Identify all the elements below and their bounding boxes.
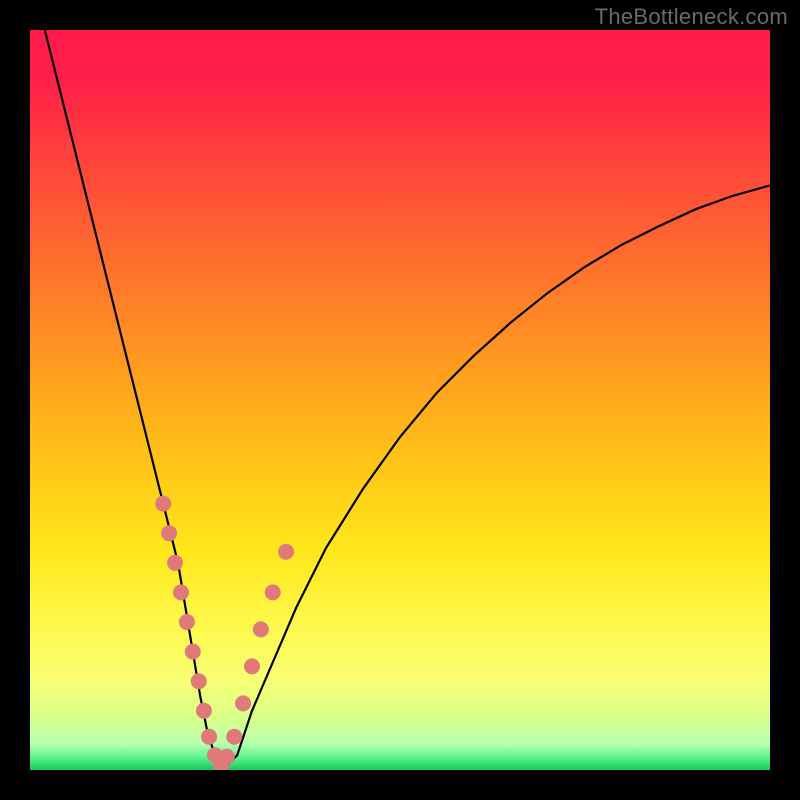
data-dot [201,729,217,745]
watermark: TheBottleneck.com [595,4,788,30]
chart-svg [30,30,770,770]
data-dot [161,525,177,541]
chart-frame: TheBottleneck.com [0,0,800,800]
data-dot [253,621,269,637]
data-dot [226,729,242,745]
data-dot [235,695,251,711]
data-dot [196,703,212,719]
data-dot [167,555,183,571]
data-dot [191,673,207,689]
data-dot [185,644,201,660]
data-dot [244,658,260,674]
data-dot [265,584,281,600]
data-dot [219,749,235,765]
data-dot [173,584,189,600]
plot-area [30,30,770,770]
data-dot [179,614,195,630]
chart-background [30,30,770,770]
data-dot [155,496,171,512]
data-dot [278,544,294,560]
